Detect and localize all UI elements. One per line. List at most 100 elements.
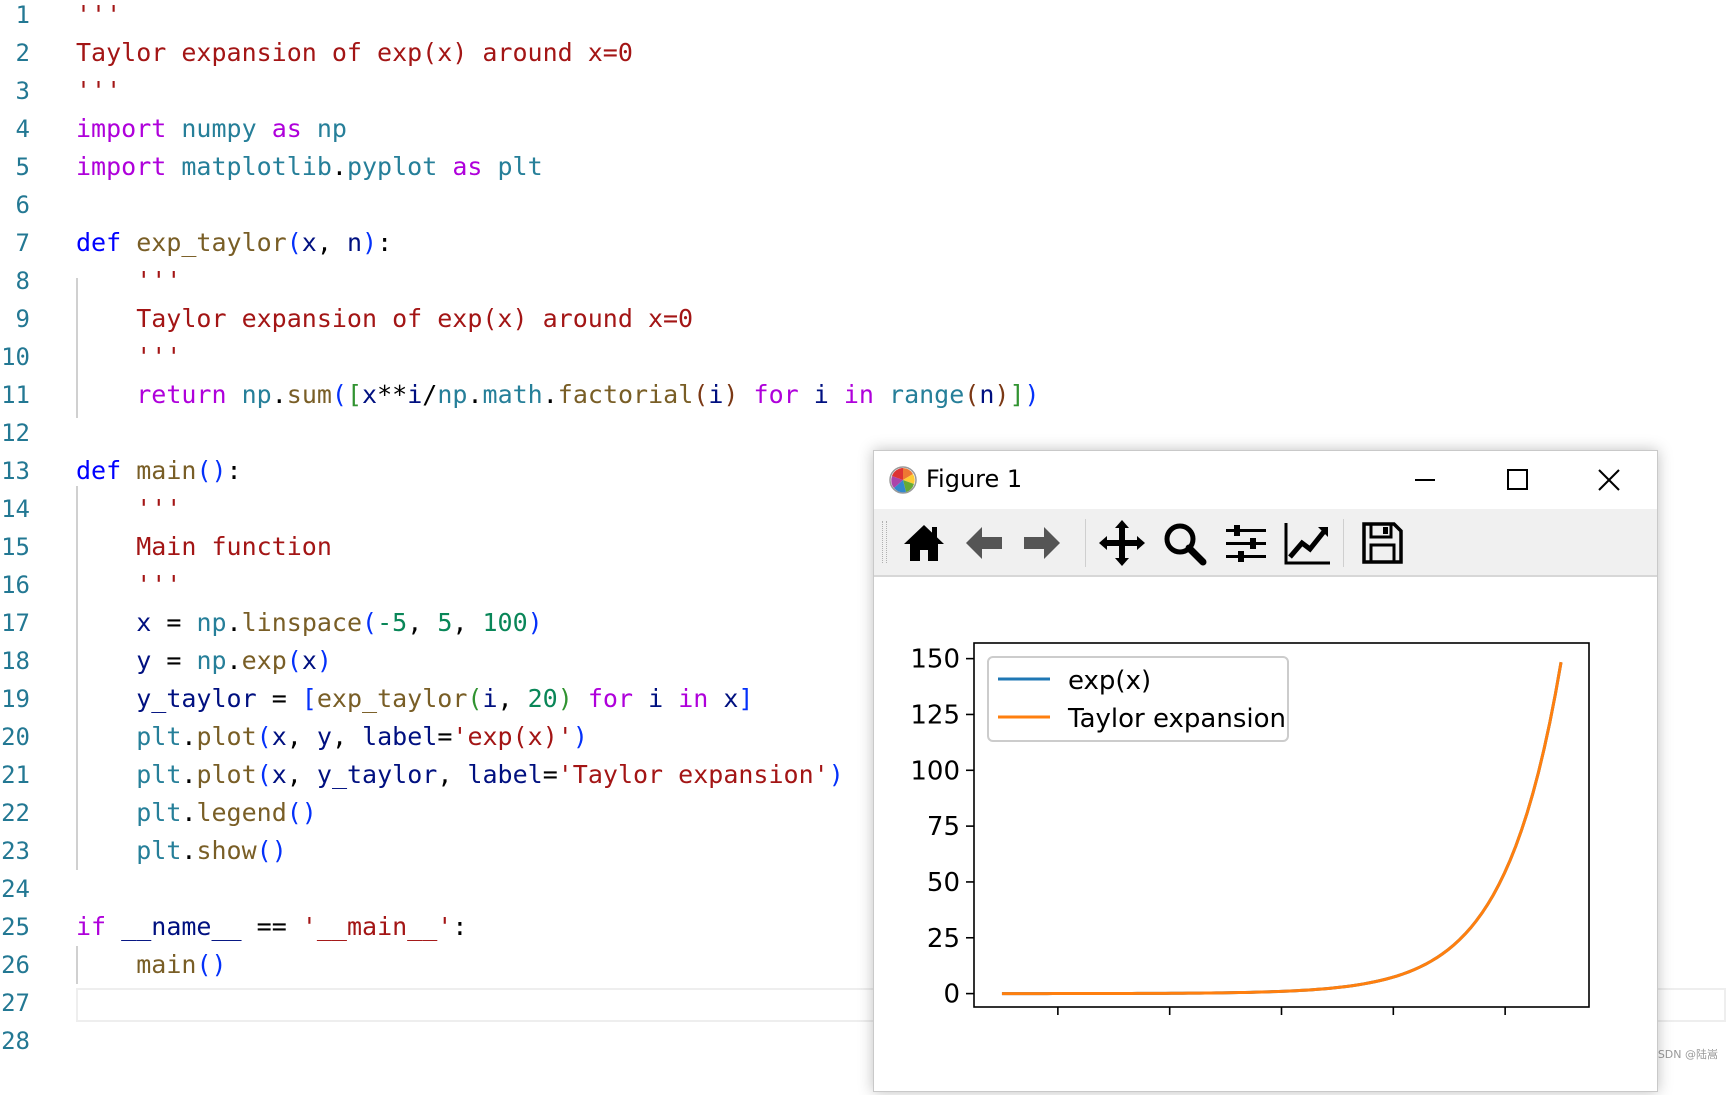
toolbar-grip[interactable]	[882, 521, 887, 563]
plot-canvas[interactable]: 0 25 50 75 100 125 150 exp(x) Taylor expansion	[874, 575, 1657, 1095]
edit-axis-icon[interactable]	[1282, 517, 1334, 569]
code-token: :	[377, 228, 393, 257]
code-token: 100	[482, 608, 528, 637]
code-line[interactable]: def exp_taylor(x, n):	[76, 224, 392, 262]
code-token: x	[271, 722, 287, 751]
maximize-icon[interactable]	[1494, 457, 1540, 503]
save-icon[interactable]	[1356, 517, 1408, 569]
code-line[interactable]: '''	[76, 490, 181, 528]
code-token: y_taylor	[136, 684, 257, 713]
code-token: =	[542, 760, 558, 789]
code-line[interactable]: x = np.linspace(-5, 5, 100)	[76, 604, 543, 642]
code-token: .	[181, 798, 197, 827]
close-icon[interactable]	[1586, 457, 1632, 503]
zoom-icon[interactable]	[1158, 517, 1210, 569]
code-token: :	[452, 912, 468, 941]
code-line[interactable]: if __name__ == '__main__':	[76, 908, 467, 946]
code-token: '''	[76, 76, 122, 105]
code-token: (	[286, 646, 302, 675]
code-line[interactable]: '''	[76, 566, 181, 604]
code-token: Taylor expansion of exp(x) around x=0	[76, 38, 633, 67]
line-number: 25	[1, 913, 30, 941]
code-token: )	[1024, 380, 1040, 409]
figure-window[interactable]: Figure 1 0 25 50 75 100 125 150 exp(x) T…	[873, 450, 1658, 1092]
code-token: '''	[76, 570, 182, 599]
back-arrow-icon[interactable]	[958, 517, 1010, 569]
code-token: )	[527, 608, 543, 637]
forward-arrow-icon[interactable]	[1016, 517, 1068, 569]
code-line[interactable]: main()	[76, 946, 226, 984]
code-token: x	[301, 228, 317, 257]
line-number: 14	[1, 495, 30, 523]
code-line[interactable]: def main():	[76, 452, 242, 490]
code-line[interactable]: import matplotlib.pyplot as plt	[76, 148, 543, 186]
legend-label: exp(x)	[1068, 666, 1151, 696]
code-token: for	[753, 380, 799, 409]
code-line[interactable]: import numpy as np	[76, 110, 347, 148]
code-token: .	[271, 380, 287, 409]
code-token: plot	[196, 760, 257, 789]
code-token: ()	[196, 456, 227, 485]
code-line[interactable]: plt.show()	[76, 832, 287, 870]
code-line[interactable]: Main function	[76, 528, 332, 566]
code-token: exp	[241, 646, 287, 675]
line-number: 18	[1, 647, 30, 675]
code-token: plt	[497, 152, 543, 181]
title-bar[interactable]: Figure 1	[874, 451, 1657, 509]
line-number: 1	[15, 1, 30, 29]
line-number: 13	[1, 457, 30, 485]
line-number: 28	[1, 1027, 30, 1055]
code-token: )	[316, 646, 332, 675]
code-token: legend	[196, 798, 287, 827]
watermark: CSDN @陆嵩	[1650, 1048, 1718, 1061]
y-tick-label: 25	[927, 924, 960, 954]
code-line[interactable]: Taylor expansion of exp(x) around x=0	[76, 300, 693, 338]
toolbar-separator	[1343, 519, 1344, 567]
code-line[interactable]: '''	[76, 338, 181, 376]
line-number: 3	[15, 77, 30, 105]
home-icon[interactable]	[898, 517, 950, 569]
code-line[interactable]: plt.plot(x, y_taylor, label='Taylor expa…	[76, 756, 844, 794]
y-tick-label: 125	[910, 700, 960, 730]
code-line[interactable]: plt.legend()	[76, 794, 317, 832]
code-token: label	[467, 760, 543, 789]
code-token: .	[331, 152, 347, 181]
y-axis: 0 25 50 75 100 125 150	[910, 645, 974, 1010]
code-token: as	[271, 114, 302, 143]
code-line[interactable]: y = np.exp(x)	[76, 642, 332, 680]
code-token: exp_taylor	[316, 684, 468, 713]
indent-guide	[76, 278, 78, 418]
code-token: n	[979, 380, 995, 409]
code-token: ==	[241, 912, 302, 941]
code-line[interactable]: Taylor expansion of exp(x) around x=0	[76, 34, 633, 72]
code-line[interactable]: return np.sum([x**i/np.math.factorial(i)…	[76, 376, 1040, 414]
minimize-icon[interactable]	[1402, 457, 1448, 503]
code-token: matplotlib	[181, 152, 332, 181]
code-token: )	[572, 722, 588, 751]
line-number: 24	[1, 875, 30, 903]
code-line[interactable]: '''	[76, 0, 121, 34]
code-token: )	[362, 228, 378, 257]
pan-icon[interactable]	[1096, 517, 1148, 569]
code-line[interactable]: plt.plot(x, y, label='exp(x)')	[76, 718, 588, 756]
line-number: 12	[1, 419, 30, 447]
code-line[interactable]: '''	[76, 262, 181, 300]
configure-subplots-icon[interactable]	[1220, 517, 1272, 569]
window-title: Figure 1	[926, 465, 1023, 493]
line-number: 5	[15, 153, 30, 181]
code-token: y	[136, 646, 152, 675]
code-token: pyplot	[346, 152, 438, 181]
code-token: as	[452, 152, 483, 181]
code-line[interactable]: y_taylor = [exp_taylor(i, 20) for i in x…	[76, 680, 753, 718]
code-line[interactable]: '''	[76, 72, 121, 110]
legend[interactable]: exp(x) Taylor expansion	[987, 656, 1289, 742]
code-token: (	[286, 228, 302, 257]
